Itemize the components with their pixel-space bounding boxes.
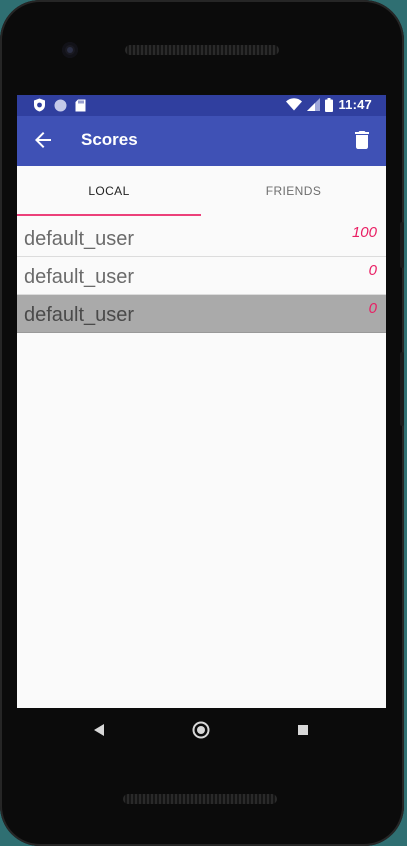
nav-recents-button[interactable] bbox=[291, 718, 315, 742]
status-left-icons bbox=[33, 98, 86, 112]
tab-bar: LOCAL FRIENDS bbox=[17, 166, 386, 218]
shield-icon bbox=[34, 98, 45, 112]
score-row[interactable]: default_user 0 bbox=[17, 257, 386, 295]
score-value: 0 bbox=[368, 300, 377, 317]
tab-indicator bbox=[17, 214, 201, 216]
delete-scores-button[interactable] bbox=[350, 128, 374, 152]
score-username: default_user bbox=[24, 228, 135, 250]
page-title: Scores bbox=[81, 130, 138, 149]
home-circle-icon bbox=[192, 721, 210, 739]
back-triangle-icon bbox=[94, 724, 104, 736]
power-button bbox=[400, 222, 404, 268]
nav-home-button[interactable] bbox=[189, 718, 213, 742]
tab-local[interactable]: LOCAL bbox=[17, 166, 201, 216]
wifi-icon bbox=[286, 98, 303, 111]
cell-signal-icon bbox=[307, 98, 321, 111]
circle-icon bbox=[54, 99, 67, 111]
trash-icon bbox=[355, 131, 369, 149]
back-button[interactable] bbox=[31, 128, 55, 152]
score-value: 100 bbox=[351, 224, 377, 241]
nav-back-button[interactable] bbox=[87, 718, 111, 742]
sd-card-icon bbox=[75, 99, 86, 111]
bottom-speaker bbox=[123, 794, 277, 804]
score-list: default_user 100 default_user 0 default_… bbox=[17, 219, 386, 333]
tab-friends[interactable]: FRIENDS bbox=[201, 166, 386, 216]
app-screen: 11:47 Scores LOCAL FRIENDS default_user … bbox=[17, 95, 386, 708]
app-bar: Scores bbox=[17, 116, 386, 166]
status-bar: 11:47 bbox=[17, 95, 386, 116]
arrow-back-icon bbox=[35, 132, 51, 148]
system-nav-bar bbox=[17, 708, 386, 752]
score-row[interactable]: default_user 100 bbox=[17, 219, 386, 257]
score-username: default_user bbox=[24, 266, 135, 288]
status-right-icons: 11:47 bbox=[286, 97, 372, 112]
score-value: 0 bbox=[368, 262, 377, 279]
earpiece-speaker bbox=[125, 45, 279, 55]
recents-square-icon bbox=[298, 725, 308, 735]
volume-button bbox=[400, 352, 404, 426]
score-username: default_user bbox=[24, 304, 135, 326]
score-row-selected[interactable]: default_user 0 bbox=[17, 295, 386, 333]
battery-icon bbox=[325, 97, 334, 112]
phone-frame: 11:47 Scores LOCAL FRIENDS default_user … bbox=[0, 0, 404, 846]
front-camera bbox=[62, 42, 78, 58]
status-clock: 11:47 bbox=[338, 97, 372, 112]
